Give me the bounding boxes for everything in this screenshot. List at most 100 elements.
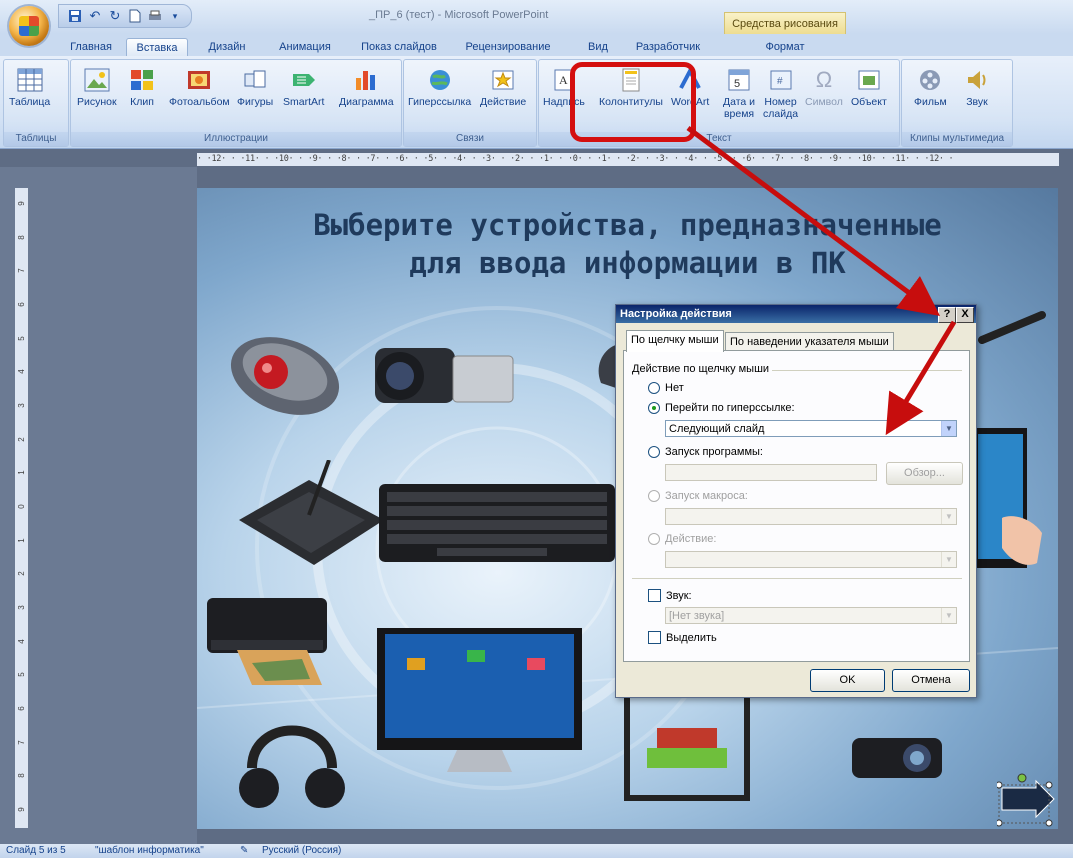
highlight-checkbox[interactable]: Выделить	[648, 631, 717, 644]
chart-button[interactable]: Диаграмма	[339, 64, 394, 108]
sound-button[interactable]: Звук	[962, 64, 992, 108]
tab-review[interactable]: Рецензирование	[456, 38, 560, 56]
radio-none[interactable]: Нет	[648, 382, 684, 394]
tab-view[interactable]: Вид	[580, 38, 616, 56]
film-reel-icon	[915, 64, 945, 96]
svg-text:A: A	[559, 73, 568, 87]
radio-action[interactable]: Действие:	[648, 533, 716, 545]
chevron-down-icon[interactable]: ▼	[941, 421, 956, 436]
new-file-icon[interactable]	[127, 8, 143, 24]
vertical-ruler-tick: 9	[17, 807, 26, 812]
radio-hyperlink-control[interactable]	[648, 402, 660, 414]
chevron-down-icon[interactable]: ▼	[941, 509, 956, 524]
undo-icon[interactable]: ↶	[87, 8, 103, 24]
photo-album-icon	[184, 64, 214, 96]
sound-checkbox[interactable]: Звук:	[648, 589, 692, 602]
slide-title[interactable]: Выберите устройства, предназначенные для…	[197, 206, 1058, 282]
smartart-button[interactable]: SmartArt	[283, 64, 324, 108]
table-button[interactable]: Таблица	[9, 64, 50, 108]
hyperlink-select[interactable]: Следующий слайд ▼	[665, 420, 957, 437]
tab-on-click[interactable]: По щелчку мыши	[626, 330, 724, 352]
spellcheck-icon[interactable]: ✎	[240, 844, 248, 858]
tab-insert[interactable]: Вставка	[126, 38, 188, 57]
movie-button[interactable]: Фильм	[914, 64, 947, 108]
sound-select[interactable]: [Нет звука] ▼	[665, 607, 957, 624]
radio-macro-control[interactable]	[648, 490, 660, 502]
trackball-image[interactable]	[225, 328, 345, 418]
radio-macro[interactable]: Запуск макроса:	[648, 490, 748, 502]
touchscreen-image[interactable]	[972, 428, 1052, 578]
action-select[interactable]: ▼	[665, 551, 957, 568]
action-settings-dialog: Настройка действия ? X По щелчку мыши По…	[615, 304, 977, 698]
printer-image[interactable]	[197, 588, 357, 688]
tab-animation[interactable]: Анимация	[270, 38, 340, 56]
tab-format[interactable]: Формат	[750, 38, 820, 56]
macro-select[interactable]: ▼	[665, 508, 957, 525]
ribbon: Таблица Таблицы Рисунок Клип Фотоальбом …	[0, 56, 1073, 149]
chevron-down-icon[interactable]: ▼	[941, 608, 956, 623]
ok-button[interactable]: OK	[810, 669, 885, 692]
photo-album-button[interactable]: Фотоальбом	[169, 64, 230, 108]
annotation-highlight-box	[570, 62, 696, 142]
slide-title-line2: для ввода информации в ПК	[409, 246, 846, 280]
smartart-icon	[289, 64, 319, 96]
office-button[interactable]	[9, 6, 49, 46]
object-button[interactable]: Объект	[851, 64, 887, 108]
stylus-image[interactable]	[977, 310, 1047, 350]
browse-button[interactable]: Обзор...	[886, 462, 963, 485]
program-path-input[interactable]	[665, 464, 877, 481]
group-media: Фильм Звук Клипы мультимедиа	[901, 59, 1013, 147]
tab-design[interactable]: Дизайн	[198, 38, 256, 56]
section-divider	[772, 370, 962, 371]
slide-number-icon: #	[766, 64, 796, 96]
clip-button[interactable]: Клип	[127, 64, 157, 108]
monitor-image[interactable]	[377, 628, 587, 778]
radio-action-control[interactable]	[648, 533, 660, 545]
radio-program[interactable]: Запуск программы:	[648, 446, 763, 458]
camcorder-image[interactable]	[365, 328, 535, 428]
dialog-tab-panel: Действие по щелчку мыши Нет Перейти по г…	[623, 350, 970, 662]
projector-image[interactable]	[847, 728, 947, 788]
radio-hyperlink[interactable]: Перейти по гиперссылке:	[648, 402, 795, 414]
theme-name: "шаблон информатика"	[95, 845, 204, 856]
sound-checkbox-control[interactable]	[648, 589, 661, 602]
keyboard-image[interactable]	[377, 478, 617, 568]
print-icon[interactable]	[147, 8, 163, 24]
tab-slideshow[interactable]: Показ слайдов	[350, 38, 448, 56]
symbol-button[interactable]: Ω Символ	[805, 64, 843, 108]
language-indicator[interactable]: Русский (Россия)	[262, 844, 341, 858]
vertical-ruler-tick: 2	[17, 436, 26, 442]
3d-printer-image[interactable]	[617, 688, 757, 808]
vertical-ruler-tick: 8	[17, 234, 26, 240]
svg-text:#: #	[777, 76, 783, 87]
vertical-ruler-tick: 5	[17, 335, 26, 341]
next-slide-action-button[interactable]	[997, 773, 1057, 828]
radio-none-control[interactable]	[648, 382, 660, 394]
slide-title-line1: Выберите устройства, предназначенные	[313, 208, 942, 242]
chevron-down-icon[interactable]: ▼	[941, 552, 956, 567]
tab-home[interactable]: Главная	[62, 38, 120, 56]
highlight-checkbox-control[interactable]	[648, 631, 661, 644]
customize-qat-icon[interactable]: ▾	[167, 8, 183, 24]
shapes-icon	[240, 64, 270, 96]
graphics-tablet-image[interactable]	[229, 460, 389, 570]
slide-number-button[interactable]: # Номер слайда	[763, 64, 798, 120]
hyperlink-button[interactable]: Гиперссылка	[408, 64, 471, 108]
redo-icon[interactable]: ↻	[107, 8, 123, 24]
cancel-button[interactable]: Отмена	[892, 669, 970, 692]
tab-developer[interactable]: Разработчик	[628, 38, 708, 56]
help-button[interactable]: ?	[938, 307, 956, 323]
globe-link-icon	[425, 64, 455, 96]
radio-program-control[interactable]	[648, 446, 660, 458]
datetime-button[interactable]: 5 Дата и время	[723, 64, 755, 120]
status-bar: Слайд 5 из 5 "шаблон информатика" ✎ Русс…	[0, 844, 1073, 858]
horizontal-ruler: · ·12· · ·11· · ·10· · ·9· · ·8· · ·7· ·…	[197, 153, 1059, 166]
tab-on-hover[interactable]: По наведении указателя мыши	[725, 332, 894, 351]
shapes-button[interactable]: Фигуры	[237, 64, 273, 108]
slide-counter: Слайд 5 из 5	[6, 845, 66, 856]
save-icon[interactable]	[67, 8, 83, 24]
headphones-image[interactable]	[237, 698, 347, 823]
close-button[interactable]: X	[956, 307, 974, 323]
picture-button[interactable]: Рисунок	[77, 64, 117, 108]
action-button[interactable]: Действие	[480, 64, 526, 108]
